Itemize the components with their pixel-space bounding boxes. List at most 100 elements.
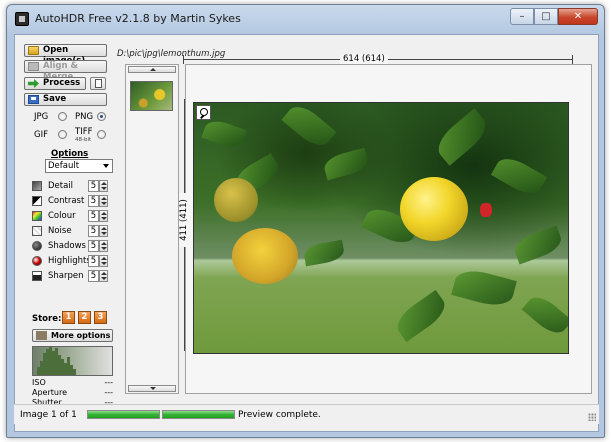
exif-label: ISO [32,378,46,387]
noise-spinner[interactable] [99,225,108,237]
option-row-highlights: Highlights 5 [32,254,112,268]
exif-row: Aperture --- [32,388,113,397]
floppy-disk-icon [28,95,39,104]
sharpen-spinner[interactable] [99,270,108,282]
folder-icon [28,46,39,55]
jpg-label: JPG [34,112,49,122]
exif-row: ISO --- [32,378,113,387]
contrast-label: Contrast [48,196,85,206]
preset-value: Default [48,161,80,171]
more-options-button[interactable]: More options [32,329,113,342]
title-bar: AutoHDR Free v2.1.8 by Martin Sykes – □ … [7,5,604,34]
tools-icon [36,331,47,340]
process-label: Process [43,78,81,88]
exif-value: --- [104,388,113,397]
process-button[interactable]: Process [24,77,86,90]
option-row-noise: Noise 5 [32,224,112,238]
option-row-colour: Colour 5 [32,209,112,223]
sharpen-value[interactable]: 5 [88,270,99,282]
noise-icon [32,226,42,236]
thumbnail-strip [125,64,179,394]
options-heading: Options [51,149,89,159]
lemon-blurred [232,228,298,284]
shadows-label: Shadows [48,241,86,251]
highlights-label: Highlights [48,256,91,266]
gif-label: GIF [34,130,48,140]
gif-radio[interactable] [58,130,67,139]
jpg-radio[interactable] [58,112,67,121]
preset-dropdown[interactable]: Default [45,159,113,173]
width-dimension: 614 (614) [183,54,573,64]
width-label: 614 (614) [340,54,388,64]
option-row-contrast: Contrast 5 [32,194,112,208]
shadows-value[interactable]: 5 [88,240,99,252]
tiff-bit-depth: 48-bit [75,137,92,143]
option-row-sharpen: Sharpen 5 [32,269,112,283]
align-merge-button[interactable]: Align & Merge [24,60,107,82]
magnifier-icon[interactable] [196,105,211,120]
store-slot-3[interactable]: 3 [94,311,107,324]
open-images-button[interactable]: Open image(s) [24,44,107,66]
save-label: Save [43,94,67,104]
shadows-icon [32,241,42,251]
window-title: AutoHDR Free v2.1.8 by Martin Sykes [35,12,241,25]
colour-label: Colour [48,211,76,221]
store-slot-2[interactable]: 2 [78,311,91,324]
colour-value[interactable]: 5 [88,210,99,222]
thumbnail-lemon[interactable] [130,81,173,111]
store-label: Store: [32,314,62,324]
detail-label: Detail [48,181,74,191]
highlights-value[interactable]: 5 [88,255,99,267]
highlights-icon [32,256,42,266]
tiff-label: TIFF [75,127,93,137]
contrast-value[interactable]: 5 [88,195,99,207]
detail-icon [32,181,42,191]
exif-value: --- [104,378,113,387]
scroll-down-button[interactable] [128,385,176,392]
detail-value[interactable]: 5 [88,180,99,192]
resize-grip[interactable] [588,413,596,421]
option-row-detail: Detail 5 [32,179,112,193]
shadows-spinner[interactable] [99,240,108,252]
exif-label: Aperture [32,388,68,397]
red-leaf [480,203,492,217]
lemon-small [214,178,258,222]
close-button[interactable]: ✕ [558,8,598,25]
progress-bar-1 [87,410,160,419]
document-icon [95,79,102,88]
scroll-up-button[interactable] [128,66,176,73]
height-dimension: 411 (411) [179,99,189,351]
highlights-spinner[interactable] [99,255,108,267]
detail-spinner[interactable] [99,180,108,192]
progress-fill-2 [163,411,234,418]
noise-value[interactable]: 5 [88,225,99,237]
preview-image[interactable] [193,102,569,354]
contrast-icon [32,196,42,206]
noise-label: Noise [48,226,72,236]
status-bar: Image 1 of 1 Preview complete. [14,404,599,424]
batch-list-button[interactable] [90,77,106,90]
merge-icon [28,62,39,71]
progress-fill-1 [88,411,159,418]
save-button[interactable]: Save [24,93,107,106]
image-count: Image 1 of 1 [20,410,77,420]
colour-icon [32,211,42,221]
lemon-main [400,177,468,241]
colour-spinner[interactable] [99,210,108,222]
tiff-radio[interactable] [97,130,106,139]
png-label: PNG [75,112,94,122]
status-message: Preview complete. [238,410,321,420]
height-label: 411 (411) [179,193,189,247]
minimize-button[interactable]: – [510,8,534,25]
contrast-spinner[interactable] [99,195,108,207]
app-icon [15,12,29,26]
maximize-button[interactable]: □ [534,8,558,25]
chevron-down-icon [103,164,109,168]
histogram-bar [73,369,76,375]
sharpen-icon [32,271,42,281]
option-row-shadows: Shadows 5 [32,239,112,253]
more-options-label: More options [51,331,111,340]
store-slot-1[interactable]: 1 [62,311,75,324]
sharpen-label: Sharpen [48,271,84,281]
png-radio[interactable] [97,112,106,121]
